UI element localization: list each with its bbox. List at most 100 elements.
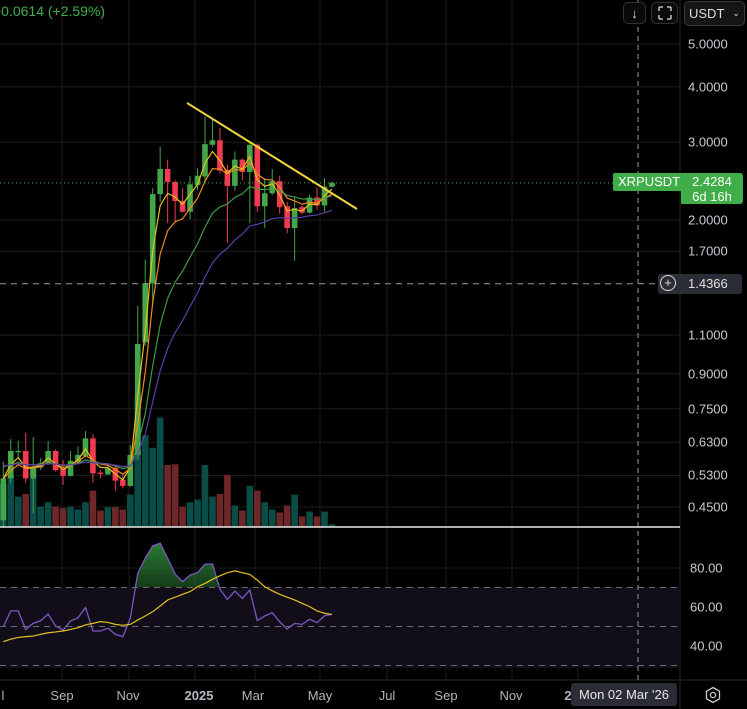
- time-label: l: [1, 688, 5, 703]
- volume-bar: [201, 464, 209, 527]
- volume-bar: [149, 447, 156, 527]
- volume-bar: [194, 499, 201, 527]
- volume-bar: [14, 496, 22, 527]
- price-change: +0.0614 (+2.59%): [0, 3, 106, 19]
- volume-bar: [276, 512, 283, 527]
- last-price: 2.4284: [692, 174, 732, 189]
- candle-body: [217, 140, 223, 171]
- volume-bar: [112, 507, 119, 527]
- volume-bar: [261, 502, 269, 527]
- add-alert-icon[interactable]: +: [660, 275, 676, 291]
- ma-long-line: [3, 209, 333, 468]
- volume-bar: [231, 505, 239, 527]
- volume-bar: [52, 506, 59, 527]
- candle-body: [45, 451, 51, 464]
- volume-bar: [246, 485, 254, 527]
- volume-bar: [224, 474, 231, 527]
- candle-body: [157, 168, 163, 195]
- volume-bar: [141, 435, 149, 527]
- price-label: 1.7000: [688, 243, 728, 259]
- volume-bar: [298, 516, 306, 527]
- volume-bar: [239, 510, 246, 527]
- arrow-down-icon: ↓: [631, 5, 638, 21]
- fullscreen-button[interactable]: [651, 2, 678, 24]
- candle-body: [232, 159, 238, 186]
- candle-body: [329, 182, 335, 187]
- scroll-down-button[interactable]: ↓: [623, 2, 646, 24]
- candle-body: [67, 460, 74, 476]
- volume-bar: [164, 464, 171, 527]
- candle-body: [209, 140, 216, 145]
- volume-bar: [216, 494, 224, 527]
- candle-body: [90, 438, 96, 474]
- volume-bar: [171, 464, 179, 527]
- volume-bar: [283, 505, 291, 527]
- volume-bar: [22, 494, 30, 527]
- time-label: Sep: [50, 688, 74, 703]
- crosshair-date-label: Mon 02 Mar '26: [571, 683, 677, 706]
- price-label: 5.0000: [688, 36, 728, 52]
- time-label: May: [307, 688, 333, 703]
- price-label: 4.0000: [688, 79, 728, 95]
- price-label: 80.00: [690, 560, 723, 576]
- time-label: Nov: [116, 688, 140, 703]
- candle-body: [15, 451, 22, 453]
- time-label: Mar: [241, 688, 265, 703]
- price-label: 2.0000: [688, 212, 728, 228]
- price-label: 60.00: [690, 599, 723, 615]
- candle-body: [172, 181, 178, 201]
- volume-bar: [74, 509, 82, 527]
- volume-bar: [82, 502, 89, 527]
- chevron-down-icon: ⌄: [732, 8, 740, 18]
- price-label: 0.4500: [688, 499, 728, 515]
- candle-body: [261, 193, 268, 207]
- volume-bar: [119, 509, 127, 527]
- volume-bar: [59, 508, 67, 527]
- price-label: 0.9000: [688, 366, 728, 382]
- volume-bar: [156, 417, 164, 527]
- volume-bar: [44, 502, 52, 527]
- price-label: 40.00: [690, 638, 723, 654]
- volume-bar: [253, 490, 261, 527]
- candle-body: [52, 451, 59, 471]
- volume-bar: [67, 506, 74, 527]
- last-price-badge: 2.4284 6d 16h: [681, 173, 743, 204]
- candle-body: [0, 478, 7, 521]
- price-label: 0.6300: [688, 434, 728, 450]
- time-label: 2025: [184, 688, 214, 703]
- chart-canvas[interactable]: [0, 0, 747, 709]
- volume-bar: [104, 507, 112, 527]
- symbol-label: XRPUSDT: [613, 173, 686, 191]
- volume-bar: [37, 506, 44, 527]
- time-label: Nov: [499, 688, 523, 703]
- volume-bar: [209, 496, 216, 527]
- price-label: 3.0000: [688, 134, 728, 150]
- currency-value: USDT: [689, 6, 725, 21]
- volume-bar: [97, 510, 104, 527]
- horizontal-line-label: + 1.4366: [658, 274, 742, 294]
- price-label: 1.1000: [688, 327, 728, 343]
- price-label: 0.5300: [688, 467, 728, 483]
- volume-bar: [7, 475, 15, 527]
- candle-body: [82, 438, 89, 456]
- horizontal-line-price: 1.4366: [688, 276, 728, 291]
- volume-bar: [313, 516, 321, 527]
- candle-body: [164, 168, 171, 182]
- candle-body: [306, 197, 313, 213]
- time-label: Jul: [378, 688, 396, 703]
- ma-slow-line: [3, 185, 333, 470]
- volume-bar: [186, 502, 194, 527]
- bar-countdown: 6d 16h: [692, 189, 732, 204]
- currency-select[interactable]: USDT ⌄: [684, 1, 745, 26]
- volume-bar: [268, 509, 276, 527]
- gear-icon[interactable]: [704, 686, 722, 704]
- candle-body: [97, 472, 104, 475]
- volume-bar: [291, 494, 298, 527]
- volume-bar: [89, 490, 97, 527]
- rsi-band: [0, 587, 680, 668]
- volume-bar: [126, 494, 134, 527]
- fullscreen-icon: [657, 6, 672, 20]
- candle-body: [120, 479, 126, 486]
- volume-bar: [179, 506, 186, 527]
- time-label: Sep: [434, 688, 458, 703]
